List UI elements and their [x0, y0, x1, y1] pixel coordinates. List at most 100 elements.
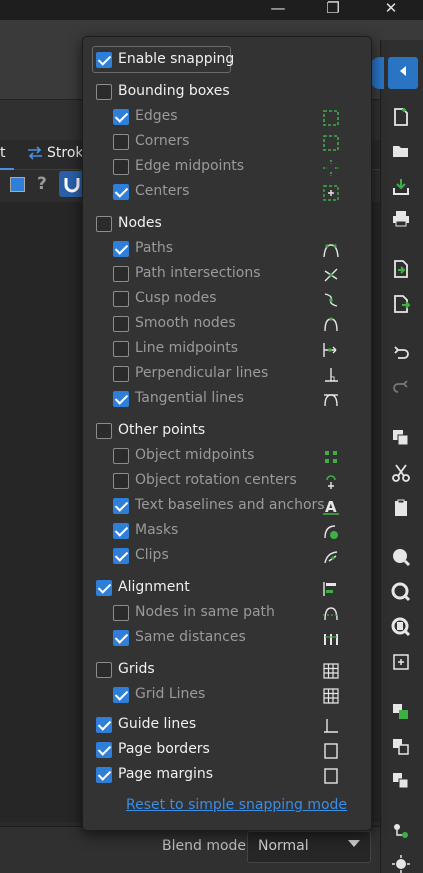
reset-simple-snapping-link[interactable]: Reset to simple snapping mode [126, 797, 347, 813]
objects-icon[interactable] [390, 853, 412, 873]
checkbox[interactable] [96, 742, 112, 758]
checkbox[interactable] [113, 341, 129, 357]
group-other-points-label: Other points [118, 422, 206, 438]
paste-icon[interactable] [390, 497, 412, 519]
zoom-selection-icon[interactable] [390, 546, 412, 568]
enable-snapping-toggle-label: Enable snapping [118, 51, 235, 67]
checkbox[interactable] [113, 473, 129, 489]
tab-partial[interactable]: t [0, 145, 6, 161]
import-icon[interactable] [390, 258, 412, 280]
fill-swatch-icon[interactable] [10, 177, 25, 192]
smooth-nodes-icon [321, 315, 341, 335]
group-nodes[interactable]: Nodes [83, 214, 373, 236]
guide-lines-icon [321, 716, 341, 736]
bbox-edges-icon [321, 108, 341, 128]
enable-snapping-toggle[interactable]: Enable snapping [83, 50, 373, 72]
option-edge-midpoints[interactable]: Edge midpoints [83, 157, 373, 179]
option-guide-lines[interactable]: Guide lines [83, 715, 373, 737]
export-icon[interactable] [390, 293, 412, 315]
option-paths[interactable]: Paths [83, 239, 373, 261]
zoom-fit-icon[interactable] [390, 651, 412, 673]
save-icon[interactable] [390, 176, 412, 198]
checkbox[interactable] [113, 109, 129, 125]
zoom-drawing-icon[interactable] [390, 581, 412, 603]
checkbox[interactable] [96, 216, 112, 232]
print-icon[interactable] [390, 208, 412, 230]
blend-mode-select[interactable]: Normal [247, 831, 371, 863]
option-clips[interactable]: Clips [83, 546, 373, 568]
redo-icon[interactable] [390, 377, 412, 399]
xml-editor-icon[interactable] [390, 820, 412, 842]
option-perpendicular-lines[interactable]: Perpendicular lines [83, 364, 373, 386]
group-icon[interactable] [390, 701, 412, 723]
checkbox[interactable] [96, 580, 112, 596]
option-edges[interactable]: Edges [83, 107, 373, 129]
option-page-borders[interactable]: Page borders [83, 740, 373, 762]
group-other-points[interactable]: Other points [83, 421, 373, 443]
checkbox[interactable] [113, 291, 129, 307]
cut-icon[interactable] [390, 462, 412, 484]
option-masks[interactable]: Masks [83, 521, 373, 543]
ungroup-icon[interactable] [390, 736, 412, 758]
checkbox[interactable] [113, 391, 129, 407]
minimize-button[interactable]: — [263, 0, 293, 18]
checkbox[interactable] [113, 366, 129, 382]
bbox-centers-icon [321, 183, 341, 203]
checkbox[interactable] [96, 52, 112, 68]
checkbox[interactable] [96, 84, 112, 100]
option-cusp-nodes[interactable]: Cusp nodes [83, 289, 373, 311]
option-page-margins[interactable]: Page margins [83, 765, 373, 787]
checkbox[interactable] [113, 159, 129, 175]
tangential-lines-icon [321, 390, 341, 410]
open-folder-icon[interactable] [390, 140, 412, 162]
checkbox[interactable] [113, 448, 129, 464]
checkbox[interactable] [113, 523, 129, 539]
undo-icon[interactable] [390, 343, 412, 365]
checkbox[interactable] [96, 767, 112, 783]
option-corners[interactable]: Corners [83, 132, 373, 154]
option-path-intersections[interactable]: Path intersections [83, 264, 373, 286]
checkbox[interactable] [113, 687, 129, 703]
option-text-baselines-and-anchors[interactable]: Text baselines and anchors A [83, 496, 373, 518]
checkbox[interactable] [113, 134, 129, 150]
option-corners-label: Corners [135, 133, 190, 149]
help-icon[interactable]: ? [37, 174, 47, 194]
group-grids[interactable]: Grids [83, 660, 373, 682]
checkbox[interactable] [96, 662, 112, 678]
page-margins-icon [321, 766, 341, 786]
checkbox[interactable] [113, 548, 129, 564]
checkbox[interactable] [113, 184, 129, 200]
checkbox[interactable] [113, 241, 129, 257]
checkbox[interactable] [96, 423, 112, 439]
close-button[interactable]: ✕ [376, 0, 406, 18]
checkbox[interactable] [113, 266, 129, 282]
zoom-page-icon[interactable] [390, 616, 412, 638]
group-bounding-boxes[interactable]: Bounding boxes [83, 82, 373, 104]
stroke-tab-icon [27, 146, 43, 164]
checkbox[interactable] [96, 717, 112, 733]
tab-stroke[interactable]: Strok [47, 145, 84, 161]
option-object-rotation-centers-label: Object rotation centers [135, 472, 297, 488]
checkbox[interactable] [113, 630, 129, 646]
option-smooth-nodes[interactable]: Smooth nodes [83, 314, 373, 336]
option-same-distances[interactable]: Same distances [83, 628, 373, 650]
option-tangential-lines[interactable]: Tangential lines [83, 389, 373, 411]
restore-button[interactable]: ❐ [318, 0, 348, 18]
option-line-midpoints[interactable]: Line midpoints [83, 339, 373, 361]
option-object-midpoints[interactable]: Object midpoints [83, 446, 373, 468]
group-alignment[interactable]: Alignment [83, 578, 373, 600]
new-document-icon[interactable] [390, 106, 412, 128]
snap-popover-button[interactable] [388, 57, 418, 89]
option-centers[interactable]: Centers [83, 182, 373, 204]
node-paths-icon [321, 240, 341, 260]
checkbox[interactable] [113, 316, 129, 332]
option-object-rotation-centers[interactable]: Object rotation centers [83, 471, 373, 493]
checkbox[interactable] [113, 605, 129, 621]
option-text-baselines-and-anchors-label: Text baselines and anchors [135, 497, 325, 513]
checkbox[interactable] [113, 498, 129, 514]
option-cusp-nodes-label: Cusp nodes [135, 290, 217, 306]
option-nodes-in-same-path[interactable]: Nodes in same path [83, 603, 373, 625]
clone-icon[interactable] [390, 770, 412, 792]
copy-icon[interactable] [390, 427, 412, 449]
option-grid-lines[interactable]: Grid Lines [83, 685, 373, 707]
